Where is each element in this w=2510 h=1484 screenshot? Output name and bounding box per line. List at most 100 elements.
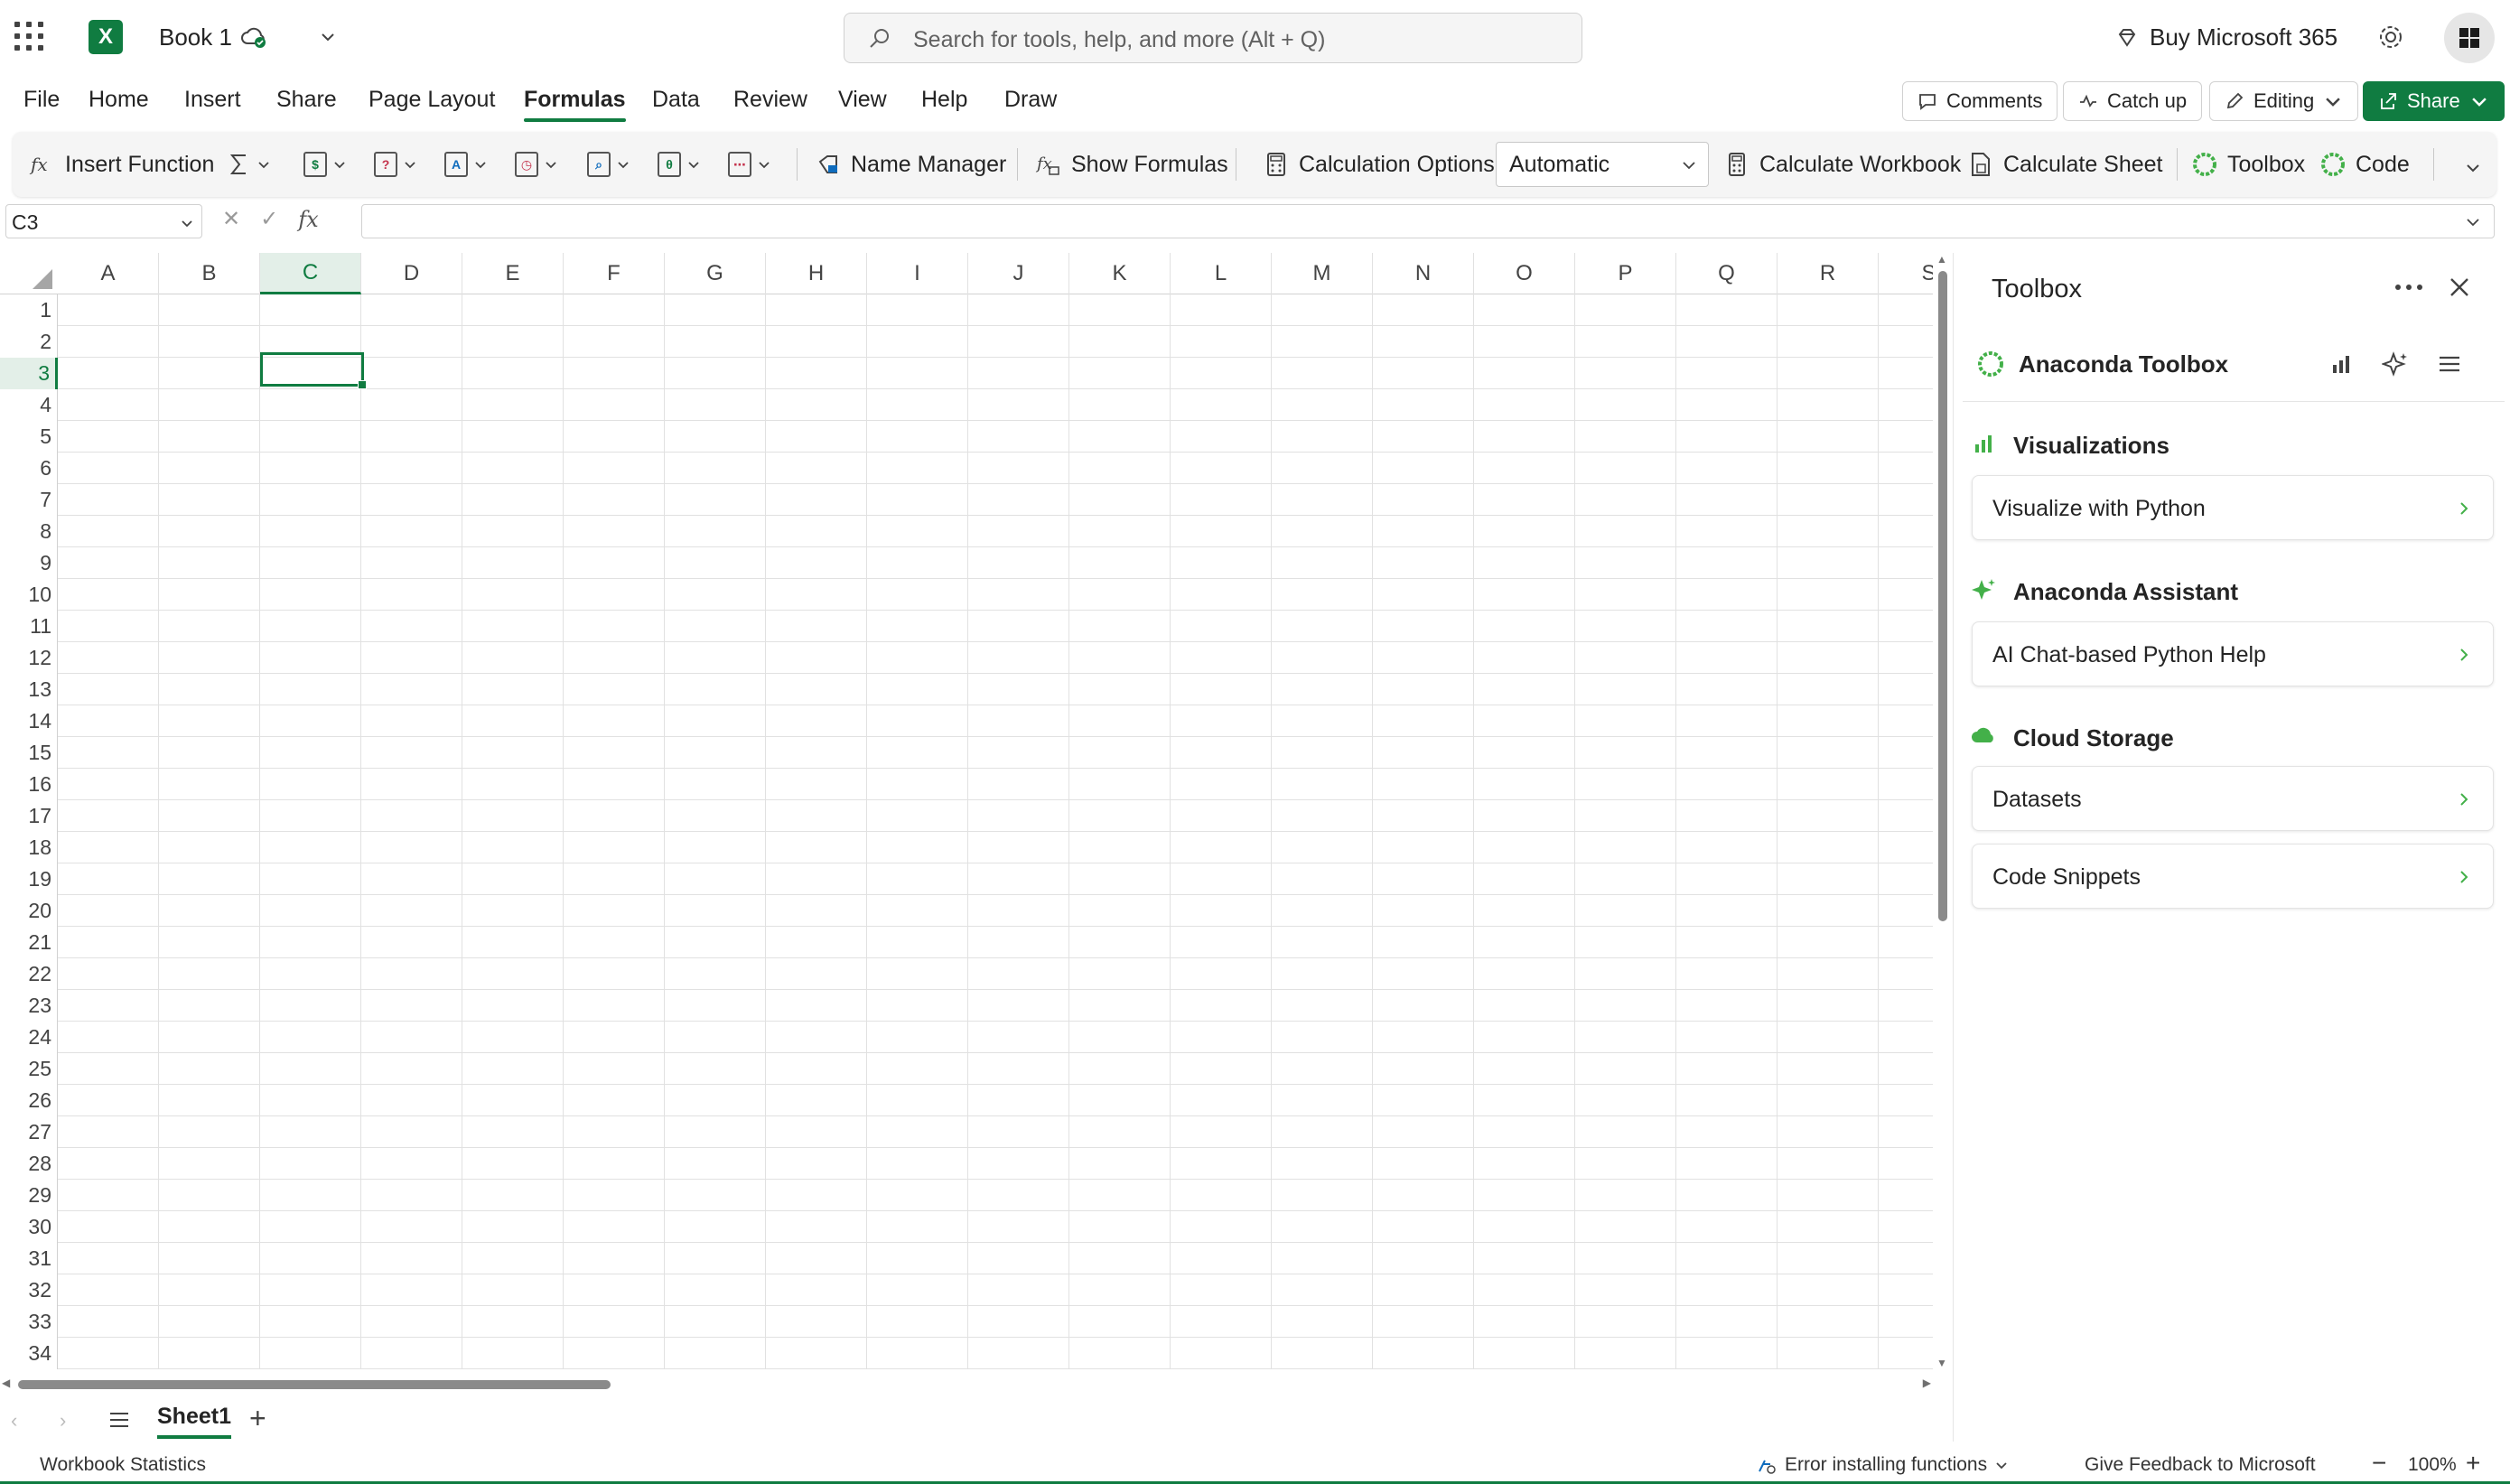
column-header[interactable]: B xyxy=(159,253,260,294)
column-header[interactable]: M xyxy=(1272,253,1373,294)
name-box[interactable]: C3 xyxy=(5,204,202,238)
error-status[interactable]: Error installing functions xyxy=(1756,1454,2009,1476)
row-header[interactable]: 29 xyxy=(0,1180,58,1211)
tab-data[interactable]: Data xyxy=(652,87,700,113)
tab-file[interactable]: File xyxy=(23,87,60,113)
share-button[interactable]: Share xyxy=(2363,81,2505,121)
search-box[interactable]: Search for tools, help, and more (Alt + … xyxy=(844,13,1582,63)
insert-function-button[interactable]: fx Insert Function xyxy=(29,132,214,197)
calculate-sheet-button[interactable]: Calculate Sheet xyxy=(1967,132,2163,197)
worksheet-grid[interactable]: ABCDEFGHIJKLMNOPQRS 1 2 3 4 5 6 7 8 9 10 11 12 13 14 1… xyxy=(0,253,1933,1369)
row-header[interactable]: 2 xyxy=(0,326,58,358)
row-header[interactable]: 22 xyxy=(0,958,58,990)
column-header[interactable]: C xyxy=(260,253,361,294)
zoom-out-button[interactable]: − xyxy=(2372,1449,2386,1478)
row-header[interactable]: 5 xyxy=(0,421,58,453)
tab-draw[interactable]: Draw xyxy=(1004,87,1057,113)
app-launcher-icon[interactable] xyxy=(14,22,45,52)
math-functions-button[interactable]: θ xyxy=(658,148,701,181)
row-header[interactable]: 20 xyxy=(0,895,58,927)
row-header[interactable]: 32 xyxy=(0,1274,58,1306)
toolbox-button[interactable]: Toolbox xyxy=(2191,132,2305,197)
column-header[interactable]: H xyxy=(766,253,867,294)
more-options-icon[interactable] xyxy=(2393,280,2425,294)
row-header[interactable]: 33 xyxy=(0,1306,58,1338)
row-header[interactable]: 11 xyxy=(0,611,58,642)
cancel-icon[interactable]: ✕ xyxy=(222,206,240,232)
autosum-button[interactable] xyxy=(228,148,271,181)
chevron-down-icon[interactable] xyxy=(318,27,338,47)
row-header[interactable]: 21 xyxy=(0,927,58,958)
column-header[interactable]: J xyxy=(968,253,1069,294)
row-header[interactable]: 24 xyxy=(0,1022,58,1053)
cell-area[interactable] xyxy=(58,294,1933,1369)
all-sheets-icon[interactable] xyxy=(107,1407,132,1433)
row-header[interactable]: 16 xyxy=(0,769,58,800)
row-header[interactable]: 6 xyxy=(0,453,58,484)
column-header[interactable]: K xyxy=(1069,253,1171,294)
row-header[interactable]: 30 xyxy=(0,1211,58,1243)
column-header[interactable]: S xyxy=(1879,253,1933,294)
date-time-functions-button[interactable]: ◷ xyxy=(515,148,558,181)
add-sheet-icon[interactable]: + xyxy=(249,1402,266,1435)
bar-chart-icon[interactable] xyxy=(2328,350,2355,378)
row-header[interactable]: 23 xyxy=(0,990,58,1022)
tab-review[interactable]: Review xyxy=(733,87,807,113)
logical-functions-button[interactable]: ? xyxy=(374,148,417,181)
code-snippets-card[interactable]: Code Snippets xyxy=(1972,844,2494,909)
row-header[interactable]: 4 xyxy=(0,389,58,421)
calculation-options-button[interactable]: Calculation Options xyxy=(1263,132,1495,197)
scroll-up-arrow-icon[interactable]: ▲ xyxy=(1936,253,1947,266)
confirm-icon[interactable]: ✓ xyxy=(260,206,278,232)
calculate-workbook-button[interactable]: Calculate Workbook xyxy=(1723,132,1961,197)
row-header[interactable]: 26 xyxy=(0,1085,58,1116)
row-header[interactable]: 3 xyxy=(0,358,58,389)
lookup-functions-button[interactable]: ⌕ xyxy=(587,148,630,181)
row-header[interactable]: 8 xyxy=(0,516,58,547)
gear-icon[interactable] xyxy=(2375,22,2406,52)
sheet-tab-sheet1[interactable]: Sheet1 xyxy=(157,1404,231,1439)
workbook-statistics-button[interactable]: Workbook Statistics xyxy=(40,1454,206,1476)
vertical-scroll-thumb[interactable] xyxy=(1938,271,1947,921)
tab-help[interactable]: Help xyxy=(921,87,967,113)
datasets-card[interactable]: Datasets xyxy=(1972,766,2494,831)
scroll-left-arrow-icon[interactable]: ◀ xyxy=(2,1377,10,1389)
row-header[interactable]: 15 xyxy=(0,737,58,769)
active-cell-c3[interactable] xyxy=(260,352,367,389)
tab-view[interactable]: View xyxy=(838,87,887,113)
column-header[interactable]: L xyxy=(1171,253,1272,294)
column-header[interactable]: D xyxy=(361,253,462,294)
select-all-button[interactable] xyxy=(0,253,58,294)
horizontal-scrollbar[interactable]: ◀ ▶ xyxy=(0,1377,1933,1393)
row-header[interactable]: 19 xyxy=(0,863,58,895)
formula-input[interactable] xyxy=(361,204,2495,238)
prev-sheet-icon[interactable]: ‹ xyxy=(11,1409,17,1433)
column-header[interactable]: R xyxy=(1778,253,1879,294)
zoom-level[interactable]: 100% xyxy=(2408,1454,2457,1476)
ribbon-expand-chevron-icon[interactable] xyxy=(2464,159,2482,177)
column-header[interactable]: G xyxy=(665,253,766,294)
row-header[interactable]: 25 xyxy=(0,1053,58,1085)
avatar[interactable] xyxy=(2444,13,2495,63)
column-header[interactable]: O xyxy=(1474,253,1575,294)
more-functions-button[interactable]: ⋯ xyxy=(728,148,771,181)
row-header[interactable]: 1 xyxy=(0,294,58,326)
scroll-right-arrow-icon[interactable]: ▶ xyxy=(1923,1377,1931,1389)
code-button[interactable]: Code xyxy=(2319,132,2410,197)
row-header[interactable]: 18 xyxy=(0,832,58,863)
insert-function-icon[interactable]: fx xyxy=(298,207,318,232)
calculation-mode-select[interactable]: Automatic xyxy=(1496,142,1709,187)
row-header[interactable]: 7 xyxy=(0,484,58,516)
column-header[interactable]: E xyxy=(462,253,564,294)
row-header[interactable]: 17 xyxy=(0,800,58,832)
workbook-title[interactable]: Book 1 xyxy=(159,23,232,51)
column-header[interactable]: A xyxy=(58,253,159,294)
row-header[interactable]: 14 xyxy=(0,705,58,737)
column-header[interactable]: F xyxy=(564,253,665,294)
column-header[interactable]: P xyxy=(1575,253,1676,294)
column-header[interactable]: I xyxy=(867,253,968,294)
tab-formulas[interactable]: Formulas xyxy=(524,87,626,122)
row-header[interactable]: 31 xyxy=(0,1243,58,1274)
hamburger-menu-icon[interactable] xyxy=(2436,350,2463,378)
ai-chat-python-help-card[interactable]: AI Chat-based Python Help xyxy=(1972,621,2494,686)
